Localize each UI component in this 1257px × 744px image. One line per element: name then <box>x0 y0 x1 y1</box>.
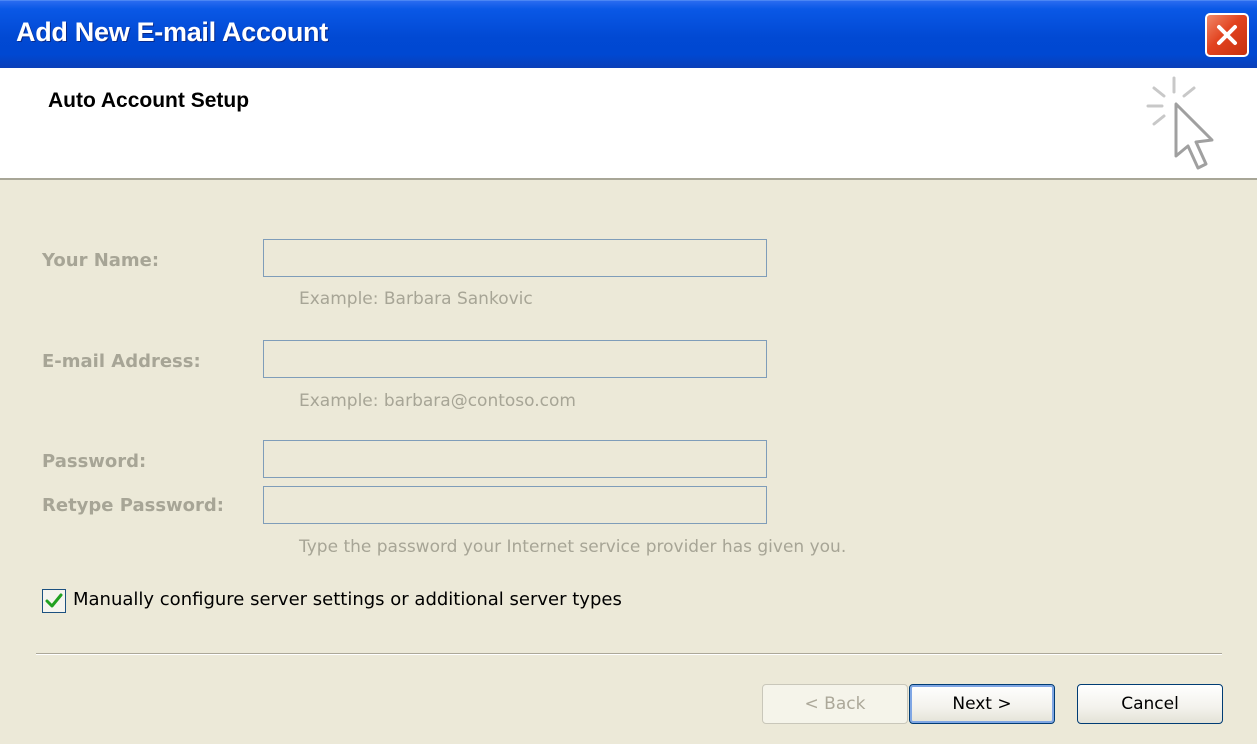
password-input[interactable] <box>263 440 767 478</box>
back-button[interactable]: < Back <box>762 684 908 724</box>
password-hint: Type the password your Internet service … <box>299 537 847 557</box>
checkmark-icon <box>45 593 63 608</box>
window-title: Add New E-mail Account <box>16 17 328 47</box>
email-address-input[interactable] <box>263 340 767 378</box>
retype-password-input[interactable] <box>263 486 767 524</box>
email-address-label: E-mail Address: <box>42 351 201 372</box>
next-button[interactable]: Next > <box>909 684 1055 724</box>
retype-password-label: Retype Password: <box>42 495 225 516</box>
cancel-button[interactable]: Cancel <box>1077 684 1223 724</box>
cursor-sparkle-icon <box>1146 76 1214 170</box>
manual-config-checkbox[interactable] <box>42 589 66 613</box>
email-address-hint: Example: barbara@contoso.com <box>299 391 576 411</box>
password-label: Password: <box>42 451 147 472</box>
page-heading: Auto Account Setup <box>48 89 250 112</box>
manual-config-label[interactable]: Manually configure server settings or ad… <box>73 589 622 610</box>
your-name-input[interactable] <box>263 239 767 277</box>
close-icon <box>1217 25 1237 45</box>
title-bar: Add New E-mail Account <box>0 0 1257 68</box>
close-button[interactable] <box>1205 13 1249 57</box>
your-name-hint: Example: Barbara Sankovic <box>299 289 533 309</box>
wizard-header: Auto Account Setup <box>0 68 1257 180</box>
button-divider <box>36 653 1222 655</box>
your-name-label: Your Name: <box>42 250 160 271</box>
